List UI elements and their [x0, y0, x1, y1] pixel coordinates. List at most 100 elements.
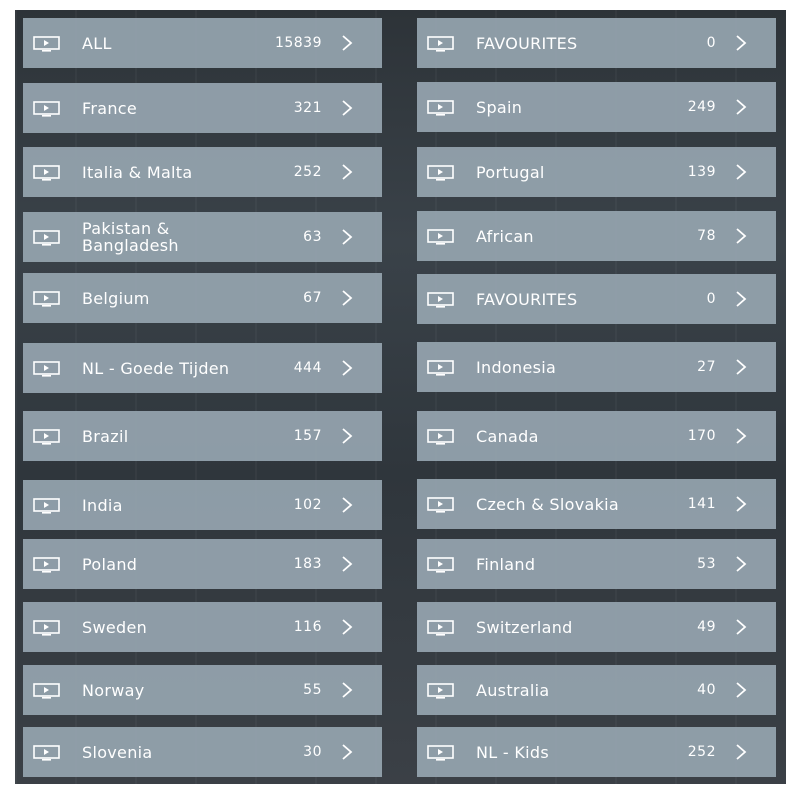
- category-tile[interactable]: Czech & Slovakia 141: [417, 479, 776, 529]
- category-tile[interactable]: NL - Kids 252: [417, 727, 776, 777]
- chevron-right-icon: [340, 147, 354, 197]
- category-label: Pakistan & Bangladesh: [82, 219, 179, 255]
- chevron-right-icon: [340, 411, 354, 461]
- channel-count: 252: [687, 744, 716, 760]
- channel-count: 40: [697, 682, 716, 698]
- chevron-right-icon: [734, 539, 748, 589]
- chevron-right-icon: [340, 539, 354, 589]
- channel-count: 78: [697, 228, 716, 244]
- tv-icon: [427, 620, 454, 636]
- chevron-right-icon: [734, 211, 748, 261]
- tv-icon: [33, 291, 60, 307]
- category-label: France: [82, 98, 138, 118]
- category-label: ALL: [82, 33, 112, 53]
- category-tile[interactable]: Switzerland 49: [417, 602, 776, 652]
- tv-icon: [33, 165, 60, 181]
- channel-count: 252: [293, 164, 322, 180]
- tv-icon: [427, 497, 454, 513]
- category-label: Canada: [476, 426, 539, 446]
- category-label: Finland: [476, 554, 536, 574]
- category-label: Brazil: [82, 426, 129, 446]
- category-label: Poland: [82, 554, 138, 574]
- tv-icon: [427, 100, 454, 116]
- tv-icon: [427, 683, 454, 699]
- chevron-right-icon: [340, 665, 354, 715]
- category-label: Sweden: [82, 617, 148, 637]
- tv-icon: [33, 745, 60, 761]
- channel-count: 183: [293, 556, 322, 572]
- channel-count: 49: [697, 619, 716, 635]
- channel-count: 27: [697, 359, 716, 375]
- category-label: Indonesia: [476, 357, 557, 377]
- category-tile[interactable]: ALL 15839: [23, 18, 382, 68]
- category-label: Spain: [476, 97, 523, 117]
- category-tile[interactable]: NL - Goede Tijden 444: [23, 343, 382, 393]
- chevron-right-icon: [734, 602, 748, 652]
- category-tile[interactable]: Norway 55: [23, 665, 382, 715]
- chevron-right-icon: [734, 18, 748, 68]
- category-label: NL - Goede Tijden: [82, 358, 230, 378]
- chevron-right-icon: [340, 18, 354, 68]
- category-tile[interactable]: Finland 53: [417, 539, 776, 589]
- tv-icon: [427, 292, 454, 308]
- channel-count: 67: [303, 290, 322, 306]
- tv-icon: [427, 745, 454, 761]
- category-label: Italia & Malta: [82, 162, 193, 182]
- chevron-right-icon: [734, 727, 748, 777]
- chevron-right-icon: [734, 665, 748, 715]
- tv-icon: [33, 429, 60, 445]
- category-label: Norway: [82, 680, 145, 700]
- category-tile[interactable]: Portugal 139: [417, 147, 776, 197]
- channel-count: 321: [293, 100, 322, 116]
- category-tile[interactable]: Canada 170: [417, 411, 776, 461]
- channel-count: 0: [706, 291, 716, 307]
- category-tile[interactable]: Indonesia 27: [417, 342, 776, 392]
- category-tile[interactable]: Brazil 157: [23, 411, 382, 461]
- tv-icon: [427, 429, 454, 445]
- channel-count: 444: [293, 360, 322, 376]
- tv-icon: [33, 620, 60, 636]
- tv-icon: [33, 498, 60, 514]
- channel-count: 30: [303, 744, 322, 760]
- category-tile[interactable]: India 102: [23, 480, 382, 530]
- chevron-right-icon: [734, 82, 748, 132]
- category-tile[interactable]: Slovenia 30: [23, 727, 382, 777]
- chevron-right-icon: [734, 479, 748, 529]
- channel-count: 102: [293, 497, 322, 513]
- tv-icon: [427, 165, 454, 181]
- chevron-right-icon: [734, 411, 748, 461]
- category-tile[interactable]: France 321: [23, 83, 382, 133]
- tv-icon: [33, 683, 60, 699]
- category-tile[interactable]: Sweden 116: [23, 602, 382, 652]
- category-label: Belgium: [82, 288, 150, 308]
- tv-icon: [427, 229, 454, 245]
- category-tile[interactable]: Spain 249: [417, 82, 776, 132]
- chevron-right-icon: [340, 727, 354, 777]
- category-label: Switzerland: [476, 617, 573, 637]
- category-tile[interactable]: African 78: [417, 211, 776, 261]
- tv-icon: [33, 101, 60, 117]
- category-label: Australia: [476, 680, 550, 700]
- category-tile[interactable]: Poland 183: [23, 539, 382, 589]
- chevron-right-icon: [340, 83, 354, 133]
- tv-icon: [427, 36, 454, 52]
- category-tile[interactable]: FAVOURITES 0: [417, 18, 776, 68]
- channel-count: 157: [293, 428, 322, 444]
- category-label: African: [476, 226, 534, 246]
- tv-icon: [427, 557, 454, 573]
- category-label: Slovenia: [82, 742, 153, 762]
- category-tile[interactable]: Pakistan & Bangladesh 63: [23, 212, 382, 262]
- channel-count: 116: [293, 619, 322, 635]
- category-tile[interactable]: Italia & Malta 252: [23, 147, 382, 197]
- category-label: India: [82, 495, 123, 515]
- category-label: Czech & Slovakia: [476, 494, 619, 514]
- channel-count: 55: [303, 682, 322, 698]
- channel-count: 53: [697, 556, 716, 572]
- category-tile[interactable]: FAVOURITES 0: [417, 274, 776, 324]
- channel-count: 15839: [274, 35, 322, 51]
- category-tile[interactable]: Belgium 67: [23, 273, 382, 323]
- category-tile[interactable]: Australia 40: [417, 665, 776, 715]
- tv-icon: [33, 36, 60, 52]
- channel-count: 141: [687, 496, 716, 512]
- category-label: Portugal: [476, 162, 545, 182]
